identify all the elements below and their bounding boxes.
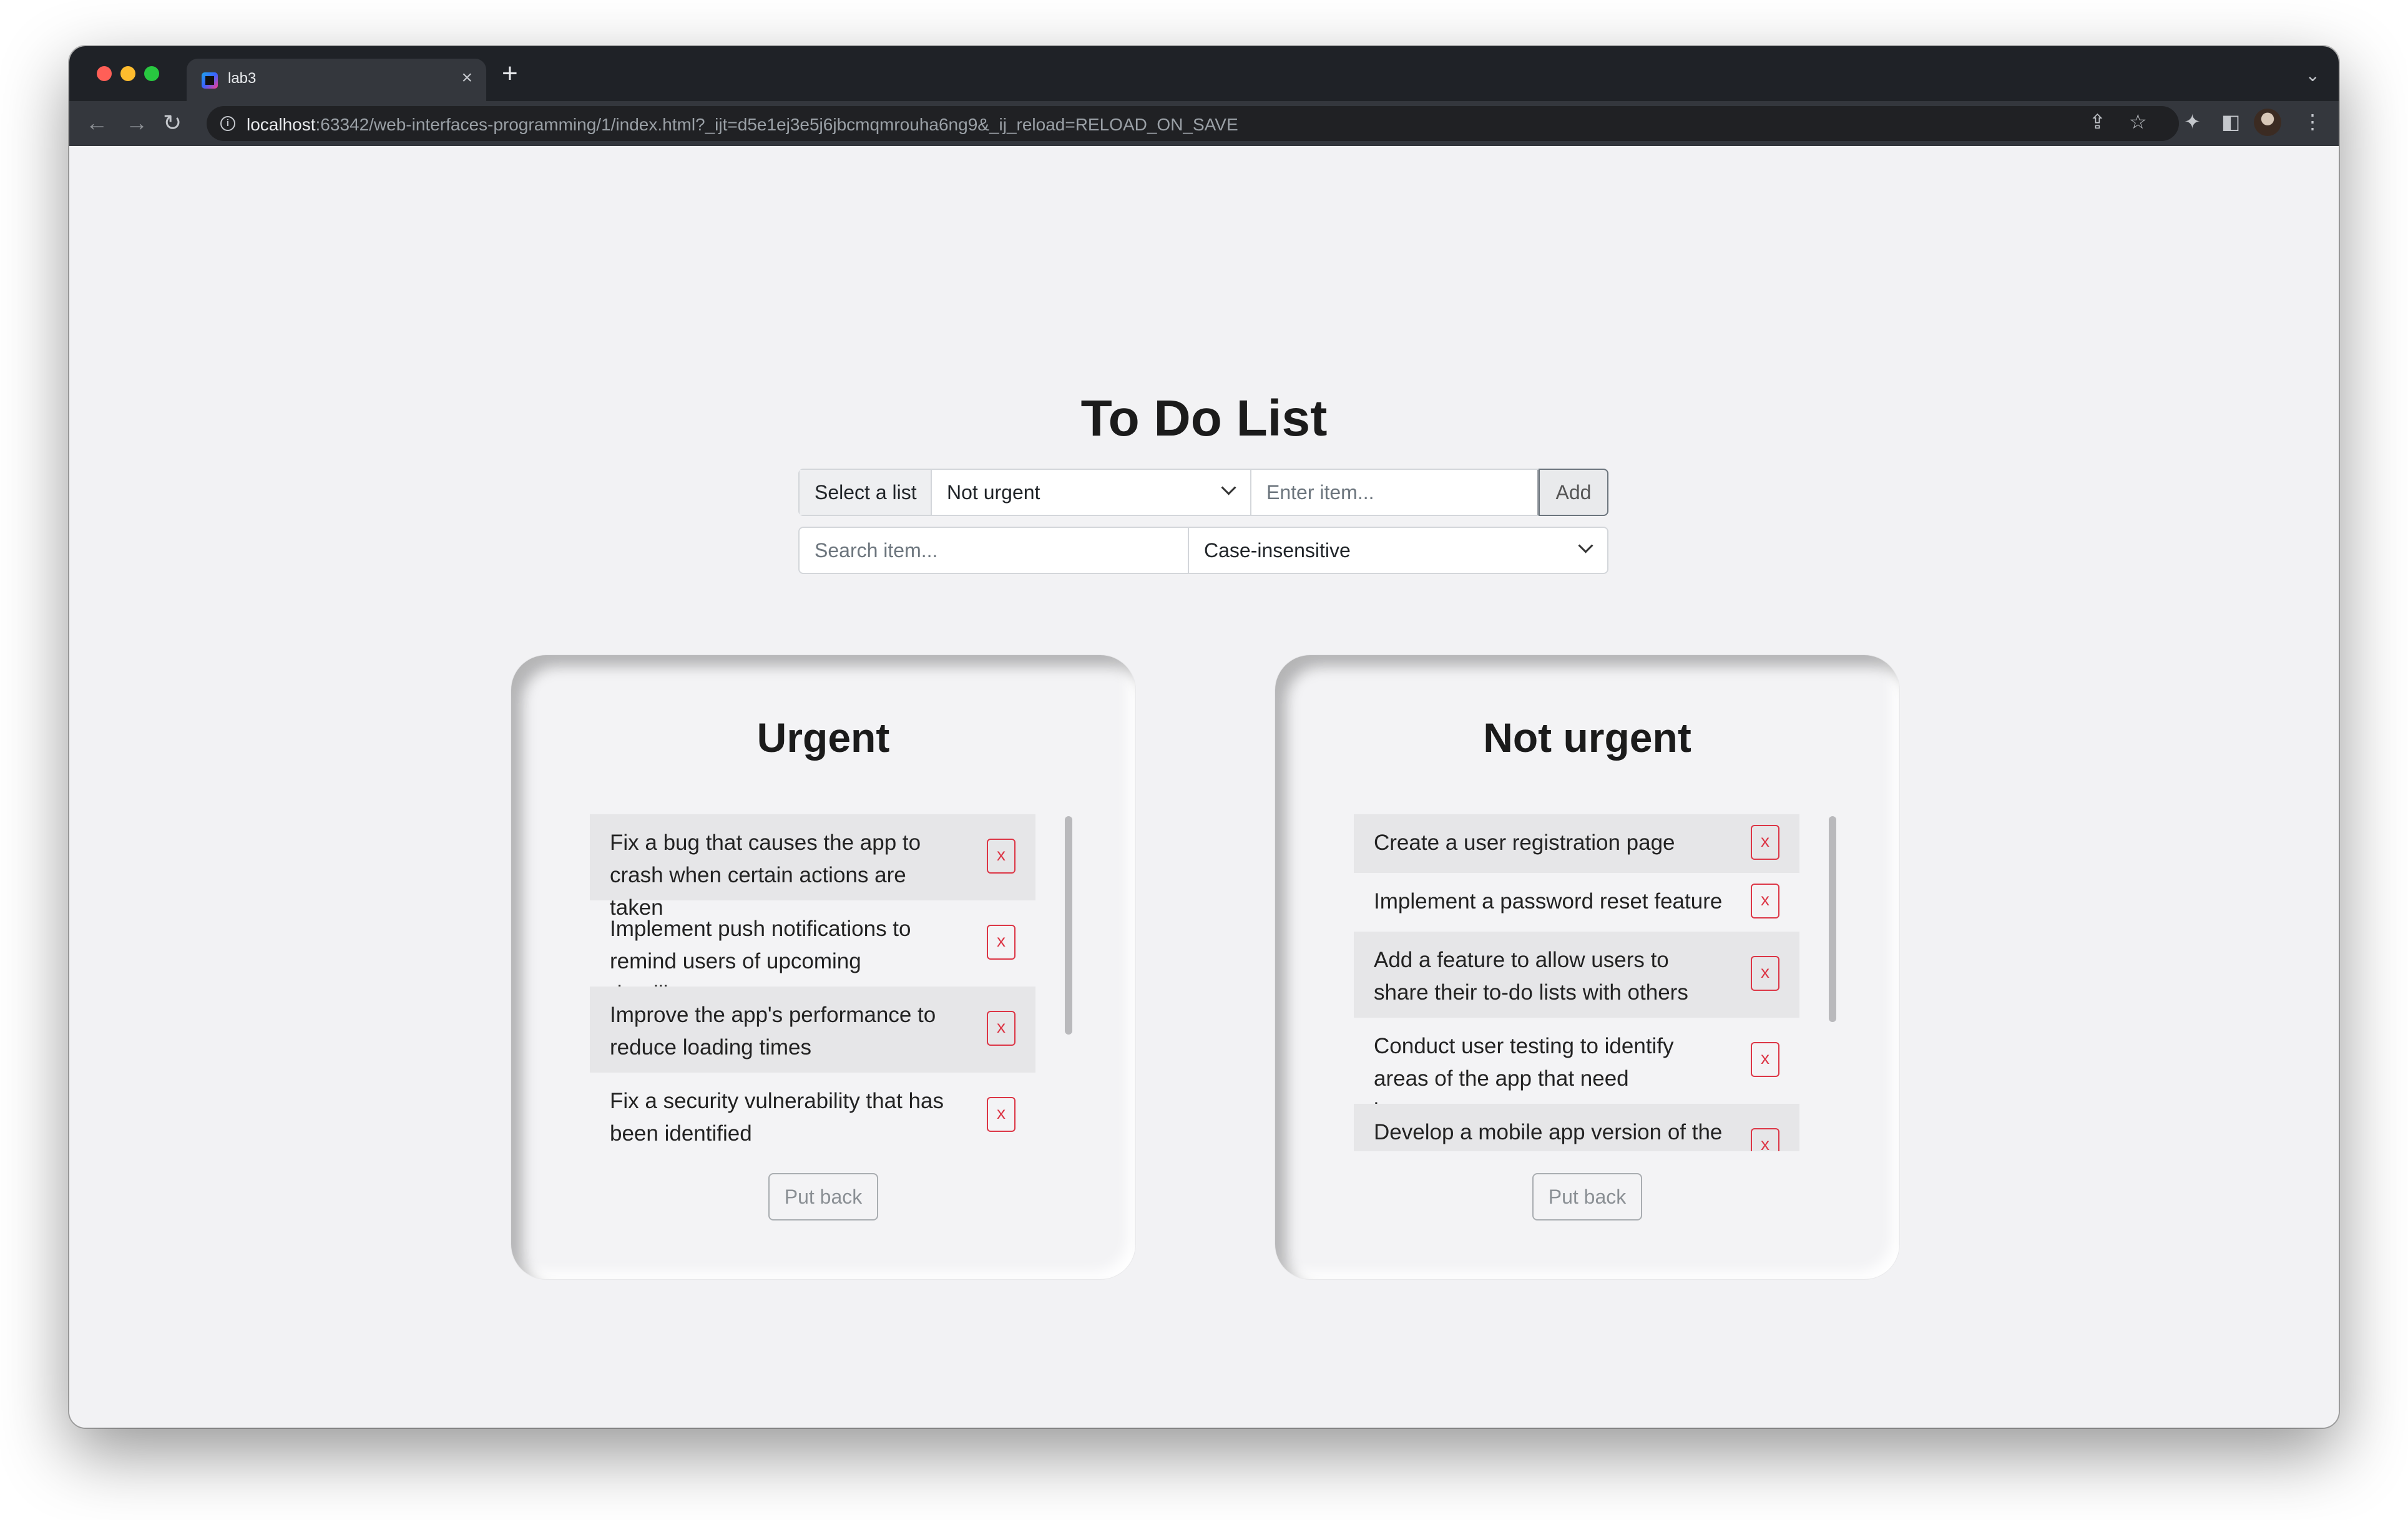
list-item[interactable]: Develop a mobile app version of the x — [1354, 1104, 1799, 1151]
star-icon[interactable]: ☆ — [2129, 110, 2147, 134]
page-content: To Do List Select a list Not urgent Ente… — [69, 146, 2339, 1428]
item-text: Improve the app's performance to reduce … — [610, 1003, 936, 1060]
close-window-button[interactable] — [97, 66, 112, 81]
delete-item-button[interactable]: x — [1751, 956, 1779, 991]
share-icon[interactable]: ⇪ — [2089, 110, 2106, 134]
urgent-list-title: Urgent — [756, 714, 890, 761]
maximize-window-button[interactable] — [144, 66, 159, 81]
delete-item-button[interactable]: x — [987, 1097, 1016, 1132]
list-select-value: Not urgent — [947, 480, 1040, 504]
url-path: :63342/web-interfaces-programming/1/inde… — [315, 115, 1238, 134]
list-item[interactable]: Add a feature to allow users to share th… — [1354, 932, 1799, 1018]
delete-item-button[interactable]: x — [987, 1011, 1016, 1046]
forward-icon[interactable]: → — [125, 110, 148, 136]
scroll-thumb[interactable] — [1065, 816, 1072, 1035]
minimize-window-button[interactable] — [120, 66, 135, 81]
chevron-down-icon — [1221, 480, 1236, 495]
chevron-down-icon — [1578, 538, 1593, 553]
item-text: Develop a mobile app version of the — [1374, 1120, 1723, 1144]
info-icon[interactable]: i — [220, 116, 235, 131]
add-button[interactable]: Add — [1539, 469, 1608, 516]
item-text: Add a feature to allow users to share th… — [1374, 948, 1688, 1005]
scroll-thumb[interactable] — [1829, 816, 1836, 1022]
address-bar[interactable]: i localhost:63342/web-interfaces-program… — [207, 106, 2179, 141]
urgent-list[interactable]: Fix a bug that causes the app to crash w… — [590, 814, 1039, 1151]
url-host: localhost — [247, 115, 316, 134]
list-item[interactable]: Fix a bug that causes the app to crash w… — [590, 814, 1035, 920]
side-panel-icon[interactable]: ◧ — [2221, 110, 2240, 134]
search-input[interactable]: Search item... — [800, 528, 1189, 573]
delete-item-button[interactable]: x — [987, 925, 1016, 960]
list-item[interactable]: Fix a security vulnerability that has be… — [590, 1073, 1035, 1151]
avatar[interactable] — [2254, 109, 2281, 136]
list-item[interactable]: Conduct user testing to identify areas o… — [1354, 1018, 1799, 1123]
list-select[interactable]: Not urgent — [932, 470, 1251, 515]
not-urgent-list-panel: Not urgent Create a user registration pa… — [1275, 655, 1899, 1279]
tab-strip: lab3 × + ⌄ — [69, 46, 2339, 101]
list-item[interactable]: Improve the app's performance to reduce … — [590, 987, 1035, 1073]
urgent-list-panel: Urgent Fix a bug that causes the app to … — [511, 655, 1135, 1279]
urgent-scrollbar[interactable] — [1064, 816, 1074, 1153]
delete-item-button[interactable]: x — [1751, 1042, 1779, 1077]
add-item-controls: Select a list Not urgent Enter item... A… — [798, 469, 1608, 516]
delete-item-button[interactable]: x — [1751, 884, 1779, 918]
extensions-icon[interactable]: ✦ — [2184, 110, 2201, 134]
tab-search-chevron-icon[interactable]: ⌄ — [2306, 65, 2320, 85]
put-back-button[interactable]: Put back — [768, 1173, 878, 1220]
page-title: To Do List — [1080, 390, 1328, 447]
search-controls: Search item... Case-insensitive — [798, 527, 1608, 574]
url-text[interactable]: localhost:63342/web-interfaces-programmi… — [247, 115, 1238, 135]
close-tab-icon[interactable]: × — [461, 67, 472, 89]
browser-tab[interactable]: lab3 × — [187, 59, 486, 101]
list-item[interactable]: Create a user registration page x — [1354, 814, 1799, 873]
select-list-label: Select a list — [800, 470, 932, 515]
item-input-placeholder: Enter item... — [1266, 480, 1374, 504]
item-input[interactable]: Enter item... — [1251, 470, 1539, 515]
back-icon[interactable]: ← — [86, 110, 108, 136]
not-urgent-scrollbar[interactable] — [1828, 816, 1838, 1153]
list-item[interactable]: Implement a password reset feature x — [1354, 873, 1799, 932]
browser-toolbar: ← → ↻ i localhost:63342/web-interfaces-p… — [69, 101, 2339, 146]
case-select-value: Case-insensitive — [1204, 538, 1351, 562]
favicon-icon — [202, 72, 218, 89]
not-urgent-list[interactable]: Create a user registration page x Implem… — [1354, 814, 1803, 1151]
browser-window: lab3 × + ⌄ ← → ↻ i localhost:63342/web-i… — [69, 46, 2339, 1428]
not-urgent-list-title: Not urgent — [1483, 714, 1691, 761]
list-item[interactable]: Implement push notifications to remind u… — [590, 900, 1035, 1006]
case-sensitivity-select[interactable]: Case-insensitive — [1189, 528, 1607, 573]
delete-item-button[interactable]: x — [987, 839, 1016, 874]
reload-icon[interactable]: ↻ — [163, 110, 182, 136]
delete-item-button[interactable]: x — [1751, 825, 1779, 860]
tab-title: lab3 — [228, 70, 257, 87]
delete-item-button[interactable]: x — [1751, 1128, 1779, 1151]
item-text: Implement a password reset feature — [1374, 889, 1723, 913]
put-back-button[interactable]: Put back — [1532, 1173, 1642, 1220]
new-tab-icon[interactable]: + — [502, 60, 518, 87]
search-input-placeholder: Search item... — [815, 538, 938, 562]
menu-icon[interactable]: ⋮ — [2303, 110, 2322, 134]
item-text: Create a user registration page — [1374, 831, 1675, 855]
item-text: Fix a security vulnerability that has be… — [610, 1089, 944, 1146]
